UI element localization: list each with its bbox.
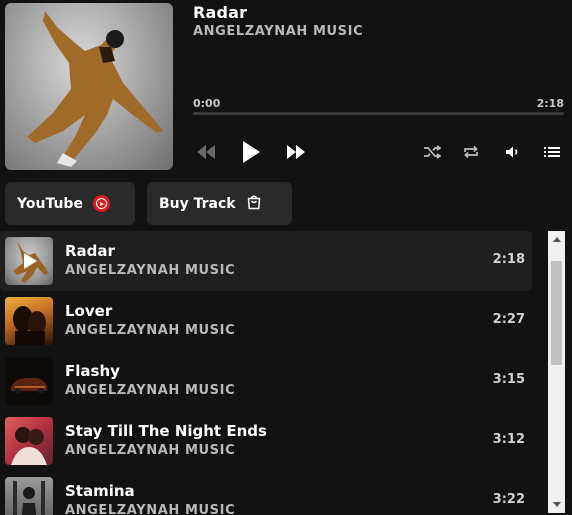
row-title: Stay Till The Night Ends bbox=[65, 422, 267, 440]
buy-track-button[interactable]: Buy Track bbox=[147, 182, 292, 225]
scrollbar-thumb[interactable] bbox=[551, 261, 562, 365]
shuffle-icon[interactable] bbox=[422, 143, 442, 161]
track-duration: 2:18 bbox=[536, 97, 564, 110]
shopping-bag-icon bbox=[246, 194, 262, 214]
track-title: Radar bbox=[193, 3, 248, 22]
row-duration: 2:18 bbox=[492, 252, 525, 267]
current-time: 0:00 bbox=[193, 97, 221, 110]
track-thumbnail bbox=[5, 237, 53, 285]
volume-icon[interactable] bbox=[503, 143, 523, 161]
album-cover bbox=[5, 3, 173, 170]
track-thumbnail bbox=[5, 417, 53, 465]
now-playing-panel: Radar ANGELZAYNAH MUSIC 0:00 2:18 bbox=[0, 0, 572, 178]
track-thumbnail bbox=[5, 357, 53, 405]
play-icon[interactable] bbox=[238, 139, 264, 165]
track-row[interactable]: Flashy ANGELZAYNAH MUSIC 3:15 bbox=[0, 351, 532, 411]
row-title: Lover bbox=[65, 302, 113, 320]
rewind-icon[interactable] bbox=[195, 143, 217, 161]
repeat-icon[interactable] bbox=[461, 143, 481, 161]
track-list: Radar ANGELZAYNAH MUSIC 2:18 Lover ANGEL… bbox=[0, 231, 545, 515]
track-row[interactable]: Lover ANGELZAYNAH MUSIC 2:27 bbox=[0, 291, 532, 351]
youtube-icon bbox=[92, 195, 110, 212]
row-artist: ANGELZAYNAH MUSIC bbox=[65, 383, 236, 398]
youtube-button-label: YouTube bbox=[17, 195, 83, 212]
fast-forward-icon[interactable] bbox=[285, 143, 307, 161]
row-duration: 3:12 bbox=[492, 432, 525, 447]
track-list-scrollbar[interactable] bbox=[548, 231, 565, 513]
row-artist: ANGELZAYNAH MUSIC bbox=[65, 443, 236, 458]
row-title: Radar bbox=[65, 242, 115, 260]
track-row[interactable]: Stamina ANGELZAYNAH MUSIC 3:22 bbox=[0, 471, 532, 515]
row-artist: ANGELZAYNAH MUSIC bbox=[65, 503, 236, 515]
row-artist: ANGELZAYNAH MUSIC bbox=[65, 323, 236, 338]
play-overlay-icon bbox=[5, 237, 53, 285]
progress-bar[interactable] bbox=[193, 112, 564, 115]
track-artist: ANGELZAYNAH MUSIC bbox=[193, 24, 364, 39]
track-row[interactable]: Radar ANGELZAYNAH MUSIC 2:18 bbox=[0, 231, 532, 291]
youtube-button[interactable]: YouTube bbox=[5, 182, 135, 225]
row-duration: 3:22 bbox=[492, 492, 525, 507]
playlist-icon[interactable] bbox=[542, 143, 562, 161]
row-title: Stamina bbox=[65, 482, 135, 500]
row-title: Flashy bbox=[65, 362, 120, 380]
track-thumbnail bbox=[5, 477, 53, 515]
row-duration: 2:27 bbox=[492, 312, 525, 327]
row-duration: 3:15 bbox=[492, 372, 525, 387]
row-artist: ANGELZAYNAH MUSIC bbox=[65, 263, 236, 278]
scroll-down-arrow-icon[interactable] bbox=[548, 496, 565, 513]
track-row[interactable]: Stay Till The Night Ends ANGELZAYNAH MUS… bbox=[0, 411, 532, 471]
track-thumbnail bbox=[5, 297, 53, 345]
scroll-up-arrow-icon[interactable] bbox=[548, 231, 565, 248]
buy-track-button-label: Buy Track bbox=[159, 195, 236, 212]
